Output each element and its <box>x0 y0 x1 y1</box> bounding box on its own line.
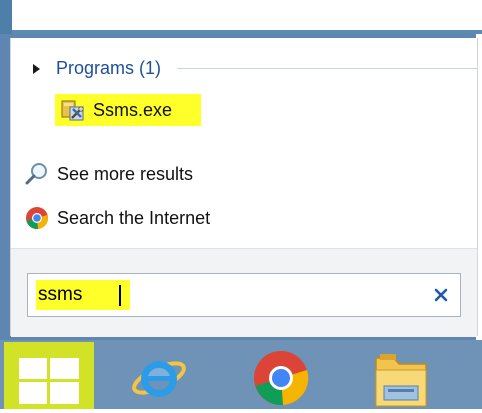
group-divider <box>177 68 477 69</box>
chrome-taskbar-button[interactable] <box>252 348 310 411</box>
programs-group-header[interactable]: Programs (1) <box>33 58 477 79</box>
start-menu: Programs (1) Ssms.exe See more results S… <box>0 34 478 340</box>
see-more-results-link[interactable]: See more results <box>25 160 193 188</box>
clear-search-button[interactable] <box>430 284 452 306</box>
ssms-app-icon <box>61 97 87 123</box>
see-more-results-label: See more results <box>57 163 194 184</box>
text-caret <box>119 285 121 306</box>
taskbar <box>0 340 482 409</box>
start-menu-body: Programs (1) Ssms.exe See more results S… <box>10 38 478 337</box>
desktop-background <box>0 0 482 36</box>
windows-logo-icon <box>19 358 79 404</box>
chrome-icon <box>254 351 309 406</box>
chrome-icon <box>25 206 49 230</box>
expand-triangle-icon[interactable] <box>33 63 40 74</box>
internet-explorer-taskbar-button[interactable] <box>128 348 190 411</box>
search-internet-label: Search the Internet <box>57 207 211 228</box>
desktop-edge <box>0 0 12 36</box>
clear-x-icon <box>434 288 448 302</box>
file-explorer-taskbar-button[interactable] <box>372 348 430 413</box>
internet-explorer-icon <box>132 361 186 397</box>
start-button[interactable] <box>4 342 94 409</box>
folder-icon <box>375 354 427 407</box>
programs-group-label: Programs (1) <box>56 58 162 78</box>
search-internet-link[interactable]: Search the Internet <box>25 204 210 232</box>
program-result-label: Ssms.exe <box>93 99 173 120</box>
search-input[interactable] <box>38 280 418 310</box>
search-results-pane: Programs (1) Ssms.exe See more results S… <box>11 38 477 248</box>
search-box[interactable] <box>27 273 461 317</box>
program-result-ssms[interactable]: Ssms.exe <box>55 94 201 126</box>
search-area <box>11 248 477 337</box>
magnifier-icon <box>25 162 49 186</box>
